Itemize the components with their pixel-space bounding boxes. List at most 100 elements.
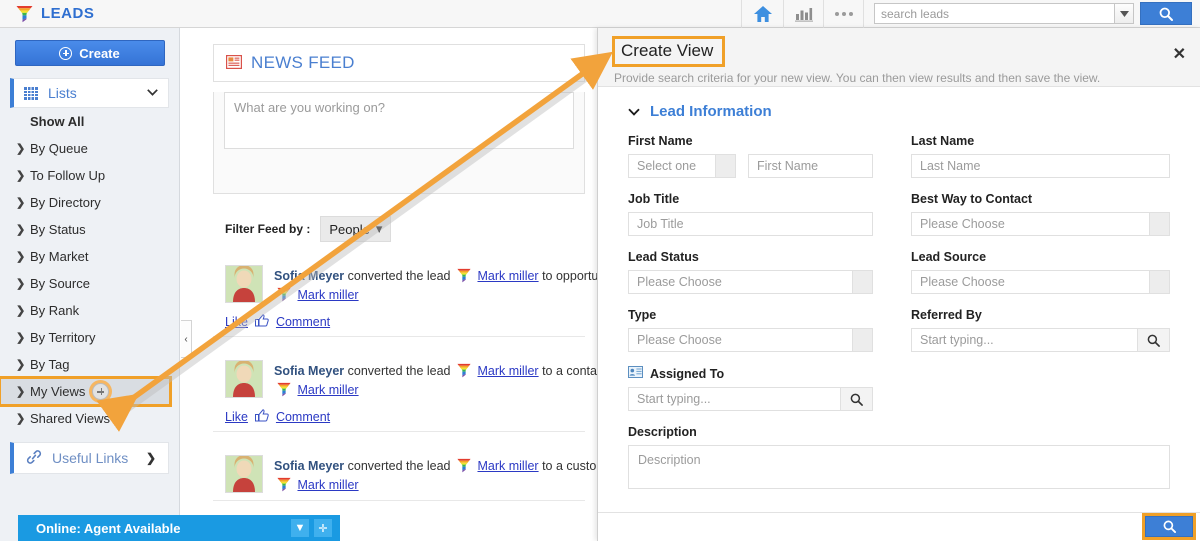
- dropdown-arrow-icon[interactable]: [1150, 270, 1170, 294]
- link-icon: [26, 450, 42, 467]
- lead-status-value[interactable]: Please Choose: [628, 270, 853, 294]
- sidebar-item-by-queue[interactable]: ❯ By Queue: [0, 135, 179, 162]
- last-name-input[interactable]: Last Name: [911, 154, 1170, 178]
- sidebar-item-by-source[interactable]: ❯ By Source: [0, 270, 179, 297]
- feed-post-author[interactable]: Sofia Meyer: [274, 269, 344, 283]
- sidebar-item-by-tag[interactable]: ❯ By Tag: [0, 351, 179, 378]
- feed-post-sublead-link[interactable]: Mark miller: [297, 478, 358, 492]
- feed-post: Sofia Meyer converted the lead Mark mill…: [213, 258, 585, 337]
- bar-chart-icon[interactable]: [783, 0, 823, 28]
- lead-information-section-header[interactable]: Lead Information: [628, 103, 1170, 120]
- sidebar-item-to-follow-up[interactable]: ❯ To Follow Up: [0, 162, 179, 189]
- type-value[interactable]: Please Choose: [628, 328, 853, 352]
- comment-button[interactable]: Comment: [276, 315, 330, 329]
- feed-post-action: converted the lead: [348, 364, 451, 378]
- sidebar-item-by-status[interactable]: ❯ By Status: [0, 216, 179, 243]
- lead-source-value[interactable]: Please Choose: [911, 270, 1150, 294]
- assigned-to-search-button[interactable]: [841, 387, 873, 411]
- best-way-to-contact-controls: Please Choose: [911, 212, 1170, 236]
- dropdown-arrow-icon[interactable]: [853, 328, 873, 352]
- brand: LEADS: [0, 5, 94, 23]
- feed-post: Sofia Meyer converted the lead Mark mill…: [213, 448, 585, 501]
- field-col: First Name Select one First Name Job Tit…: [628, 134, 899, 366]
- assigned-to-label: Assigned To: [650, 367, 724, 381]
- funnel-icon: [277, 477, 291, 492]
- type-label: Type: [628, 308, 873, 322]
- sidebar-item-my-views[interactable]: ❯ My Views: [0, 378, 170, 405]
- assigned-to-input[interactable]: Start typing...: [628, 387, 841, 411]
- feed-post-target: to a contact: [542, 364, 597, 378]
- composer-input[interactable]: What are you working on?: [224, 92, 574, 149]
- best-way-to-contact-value[interactable]: Please Choose: [911, 212, 1150, 236]
- sidebar-item-label: Shared Views: [30, 411, 110, 426]
- my-views-add-button[interactable]: [92, 383, 109, 400]
- feed-post-target: to a customer: [542, 459, 597, 473]
- funnel-icon: [457, 363, 471, 378]
- feed-filter-value: People: [329, 222, 369, 237]
- field-col-spacer: [899, 366, 1170, 425]
- chevron-down-icon[interactable]: [147, 87, 158, 99]
- like-button[interactable]: Like: [225, 315, 248, 329]
- feed-post-author[interactable]: Sofia Meyer: [274, 459, 344, 473]
- sidebar-section-useful-links[interactable]: Useful Links ❯: [10, 442, 169, 474]
- sidebar-item-shared-views[interactable]: ❯ Shared Views: [0, 405, 179, 432]
- feed-post-sublead-link[interactable]: Mark miller: [297, 383, 358, 397]
- feed-post: Sofia Meyer converted the lead Mark mill…: [213, 353, 585, 432]
- feed-post-lead-link[interactable]: Mark miller: [477, 459, 538, 473]
- chevron-down-icon[interactable]: [1114, 3, 1134, 24]
- job-title-input[interactable]: Job Title: [628, 212, 873, 236]
- panel-search-button[interactable]: [1145, 516, 1193, 537]
- caret-down-icon[interactable]: ▼: [291, 519, 309, 537]
- search-input[interactable]: [874, 3, 1114, 24]
- lead-source-controls: Please Choose: [911, 270, 1170, 294]
- lead-status-field: Lead Status Please Choose: [628, 250, 873, 294]
- description-field-wrap: Description Description: [628, 425, 1170, 503]
- feed-post-text: Sofia Meyer converted the lead Mark mill…: [274, 360, 597, 400]
- close-icon[interactable]: ✕: [1173, 44, 1186, 64]
- sidebar-item-label: By Rank: [30, 303, 79, 318]
- first-name-label: First Name: [628, 134, 873, 148]
- feed-post-target: to opportunity: [542, 269, 597, 283]
- feed-collapse-handle[interactable]: ‹: [181, 320, 192, 358]
- feed-post-lead-link[interactable]: Mark miller: [477, 269, 538, 283]
- feed-filter-dropdown[interactable]: People ▾: [320, 216, 391, 242]
- home-icon[interactable]: [741, 0, 783, 28]
- feed-post-author[interactable]: Sofia Meyer: [274, 364, 344, 378]
- referred-by-input[interactable]: Start typing...: [911, 328, 1138, 352]
- first-name-input[interactable]: First Name: [748, 154, 873, 178]
- chevron-right-icon[interactable]: ❯: [146, 451, 156, 465]
- referred-by-search-button[interactable]: [1138, 328, 1170, 352]
- funnel-icon: [457, 458, 471, 473]
- search-input-wrap: [874, 3, 1134, 24]
- thumbs-up-icon[interactable]: [255, 314, 269, 330]
- dropdown-arrow-icon[interactable]: [853, 270, 873, 294]
- ellipsis-icon[interactable]: [823, 0, 863, 28]
- comment-button[interactable]: Comment: [276, 410, 330, 424]
- sidebar-item-label: By Territory: [30, 330, 96, 345]
- thumbs-up-icon[interactable]: [255, 409, 269, 425]
- referred-by-label: Referred By: [911, 308, 1170, 322]
- plus-icon[interactable]: ✛: [314, 519, 332, 537]
- field-col: Last Name Last Name Best Way to Contact …: [899, 134, 1170, 366]
- dropdown-arrow-icon[interactable]: [716, 154, 736, 178]
- first-name-salutation-select[interactable]: Select one: [628, 154, 736, 178]
- chevron-right-icon: ❯: [16, 331, 30, 344]
- feed-post-sublead-link[interactable]: Mark miller: [297, 288, 358, 302]
- create-button[interactable]: Create: [15, 40, 165, 66]
- dropdown-arrow-icon[interactable]: [1150, 212, 1170, 236]
- sidebar-section-lists[interactable]: Lists: [10, 78, 169, 108]
- create-view-footer: [598, 512, 1200, 541]
- sidebar-item-by-market[interactable]: ❯ By Market: [0, 243, 179, 270]
- lead-status-controls: Please Choose: [628, 270, 873, 294]
- sidebar-item-label: My Views: [30, 384, 85, 399]
- search-button[interactable]: [1140, 2, 1192, 25]
- sidebar-item-label: Show All: [30, 114, 84, 129]
- feed-post-lead-link[interactable]: Mark miller: [477, 364, 538, 378]
- description-textarea[interactable]: Description: [628, 445, 1170, 489]
- agent-status-bar: Online: Agent Available ▼ ✛: [18, 515, 340, 541]
- sidebar-item-show-all[interactable]: Show All: [0, 108, 179, 135]
- sidebar-item-by-rank[interactable]: ❯ By Rank: [0, 297, 179, 324]
- like-button[interactable]: Like: [225, 410, 248, 424]
- sidebar-item-by-directory[interactable]: ❯ By Directory: [0, 189, 179, 216]
- sidebar-item-by-territory[interactable]: ❯ By Territory: [0, 324, 179, 351]
